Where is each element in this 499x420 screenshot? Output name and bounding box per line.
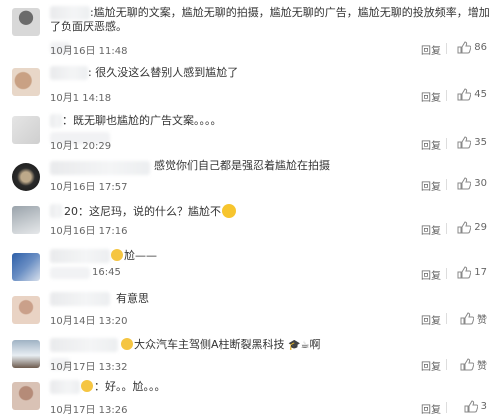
laughing-emoji-icon [222, 204, 236, 218]
like-count: 45 [474, 89, 487, 100]
avatar[interactable] [12, 68, 40, 96]
thumbs-up-icon [457, 136, 472, 149]
comment-text: ：既无聊也尴尬的广告文案。。。。 [62, 114, 222, 127]
thumbs-up-icon [460, 358, 474, 371]
comment-timestamp: 10月14日 13:20 [50, 316, 128, 327]
like-count: 赞 [477, 361, 487, 372]
reply-button[interactable]: 回复 [421, 358, 441, 373]
like-button[interactable]: 17 [457, 266, 487, 279]
like-count: 3 [480, 401, 487, 412]
avatar[interactable] [12, 206, 40, 234]
avatar[interactable] [12, 296, 40, 324]
reply-button[interactable]: 回复 [421, 42, 441, 57]
comment-text-body: 尬—— [124, 249, 157, 262]
like-button[interactable]: 86 [457, 41, 487, 54]
comment-text: 20：这尼玛，说的什么？尴尬不 [64, 204, 237, 219]
comment-text: 有意思 [116, 292, 149, 305]
thumbs-up-icon [460, 312, 474, 325]
comment-text: 感觉你们自己都是强忍着尴尬在拍摄 [154, 159, 330, 172]
emoji-icon [121, 338, 133, 350]
avatar[interactable] [12, 340, 40, 368]
comment-text: 尬—— [110, 249, 157, 263]
graduation-cap-icon: 🎓 [288, 340, 301, 351]
thumbs-up-icon [464, 400, 478, 413]
comment-text: :尴尬无聊的文案，尴尬无聊的拍摄，尴尬无聊的广告，尴尬无聊的投放频率，增加了负面… [50, 6, 490, 33]
avatar[interactable] [12, 8, 40, 36]
like-button[interactable]: 29 [457, 221, 487, 234]
comment-timestamp: 16:45 [92, 267, 121, 278]
comment-text-tail: 啊 [309, 338, 321, 351]
reply-button[interactable]: 回复 [421, 137, 441, 152]
avatar[interactable] [12, 116, 40, 144]
comment-text: ：好。。尬。。。 [80, 380, 166, 394]
like-button[interactable]: 35 [457, 136, 487, 149]
avatar[interactable] [12, 163, 40, 191]
thumbs-up-icon [457, 221, 472, 234]
like-button[interactable]: 赞 [460, 357, 487, 372]
comment-timestamp: 10月17日 13:32 [50, 362, 128, 373]
comment-text: 大众汽车主驾侧A柱断裂黑科技 🎓☕啊 [120, 338, 320, 353]
emoji-icon [81, 380, 93, 392]
thumbs-up-icon [457, 177, 472, 190]
comment-timestamp: 10月16日 11:48 [50, 46, 128, 57]
like-count: 29 [474, 222, 487, 233]
thumbs-up-icon [457, 266, 472, 279]
comment-timestamp: 10月16日 17:57 [50, 182, 128, 193]
like-button[interactable]: 赞 [460, 311, 487, 326]
comment-timestamp: 10月1 14:18 [50, 93, 112, 104]
reply-button[interactable]: 回复 [421, 89, 441, 104]
avatar[interactable] [12, 253, 40, 281]
like-count: 35 [474, 137, 487, 148]
comment-text: : 很久没这么替别人感到尴尬了 [88, 66, 239, 79]
like-count: 86 [474, 42, 487, 53]
thumbs-up-icon [457, 88, 472, 101]
reply-button[interactable]: 回复 [421, 401, 441, 416]
reply-button[interactable]: 回复 [421, 312, 441, 327]
like-count: 赞 [477, 315, 487, 326]
comment-text-body: ：好。。尬。。。 [94, 380, 166, 393]
comment-text-body: 大众汽车主驾侧A柱断裂黑科技 [134, 338, 285, 351]
thumbs-up-icon [457, 41, 472, 54]
comment-timestamp: 10月1 20:29 [50, 141, 112, 152]
like-button[interactable]: 3 [464, 400, 487, 413]
comment-timestamp: 10月16日 17:16 [50, 226, 128, 237]
like-button[interactable]: 45 [457, 88, 487, 101]
emoji-icon [111, 249, 123, 261]
like-count: 30 [474, 178, 487, 189]
comment-timestamp: 10月17日 13:26 [50, 405, 128, 416]
reply-button[interactable]: 回复 [421, 178, 441, 193]
comment-text-body: 20：这尼玛，说的什么？尴尬不 [64, 205, 221, 218]
reply-button[interactable]: 回复 [421, 222, 441, 237]
like-button[interactable]: 30 [457, 177, 487, 190]
reply-button[interactable]: 回复 [421, 267, 441, 282]
avatar[interactable] [12, 382, 40, 410]
like-count: 17 [474, 267, 487, 278]
